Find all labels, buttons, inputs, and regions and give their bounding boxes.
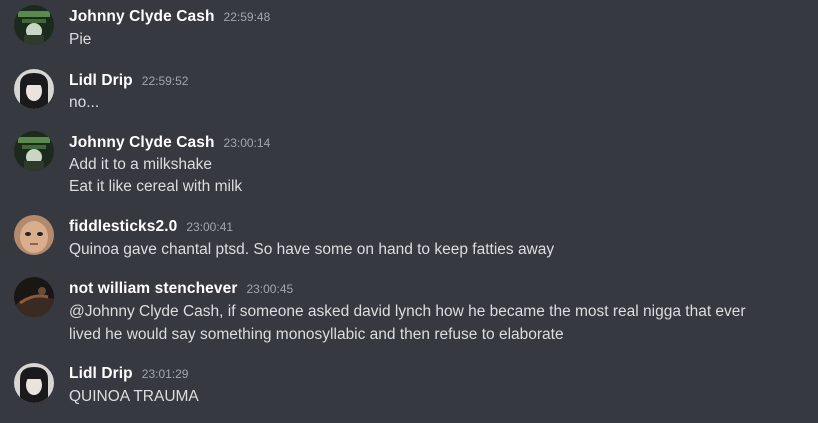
fiddlesticks-avatar-icon[interactable] bbox=[14, 215, 54, 255]
author-name[interactable]: not william stenchever bbox=[69, 280, 237, 297]
johnny-avatar-icon[interactable] bbox=[14, 131, 54, 171]
lidl-avatar-icon[interactable] bbox=[14, 69, 54, 109]
message-text: Add it to a milkshake bbox=[69, 156, 213, 173]
author-name[interactable]: Lidl Drip bbox=[69, 72, 133, 89]
johnny-avatar-icon[interactable] bbox=[14, 5, 54, 45]
message-timestamp: 22:59:48 bbox=[223, 10, 271, 24]
lidl-avatar-icon[interactable] bbox=[14, 363, 54, 403]
author-name[interactable]: Lidl Drip bbox=[69, 365, 133, 382]
author-name[interactable]: fiddlesticks2.0 bbox=[69, 218, 177, 235]
message-timestamp: 23:00:14 bbox=[223, 136, 271, 150]
william-avatar-icon[interactable] bbox=[14, 277, 54, 317]
message-text: no... bbox=[69, 94, 100, 111]
author-name[interactable]: Johnny Clyde Cash bbox=[69, 8, 215, 25]
message-text: Pie bbox=[69, 31, 92, 48]
message-text: Eat it like cereal with milk bbox=[69, 178, 243, 195]
message-timestamp: 23:00:41 bbox=[186, 220, 234, 234]
message-timestamp: 23:00:45 bbox=[246, 282, 294, 296]
message-text: QUINOA TRAUMA bbox=[69, 388, 199, 405]
message-timestamp: 23:01:29 bbox=[141, 367, 189, 381]
message-text: lived he would say something monosyllabi… bbox=[69, 326, 564, 343]
message-text: Quinoa gave chantal ptsd. So have some o… bbox=[69, 241, 555, 258]
chat-message-list: Johnny Clyde Cash 22:59:48 Pie Lidl Drip 2… bbox=[0, 0, 818, 423]
message-timestamp: 22:59:52 bbox=[141, 74, 189, 88]
message-text: @Johnny Clyde Cash, if someone asked dav… bbox=[69, 303, 746, 320]
author-name[interactable]: Johnny Clyde Cash bbox=[69, 134, 215, 151]
